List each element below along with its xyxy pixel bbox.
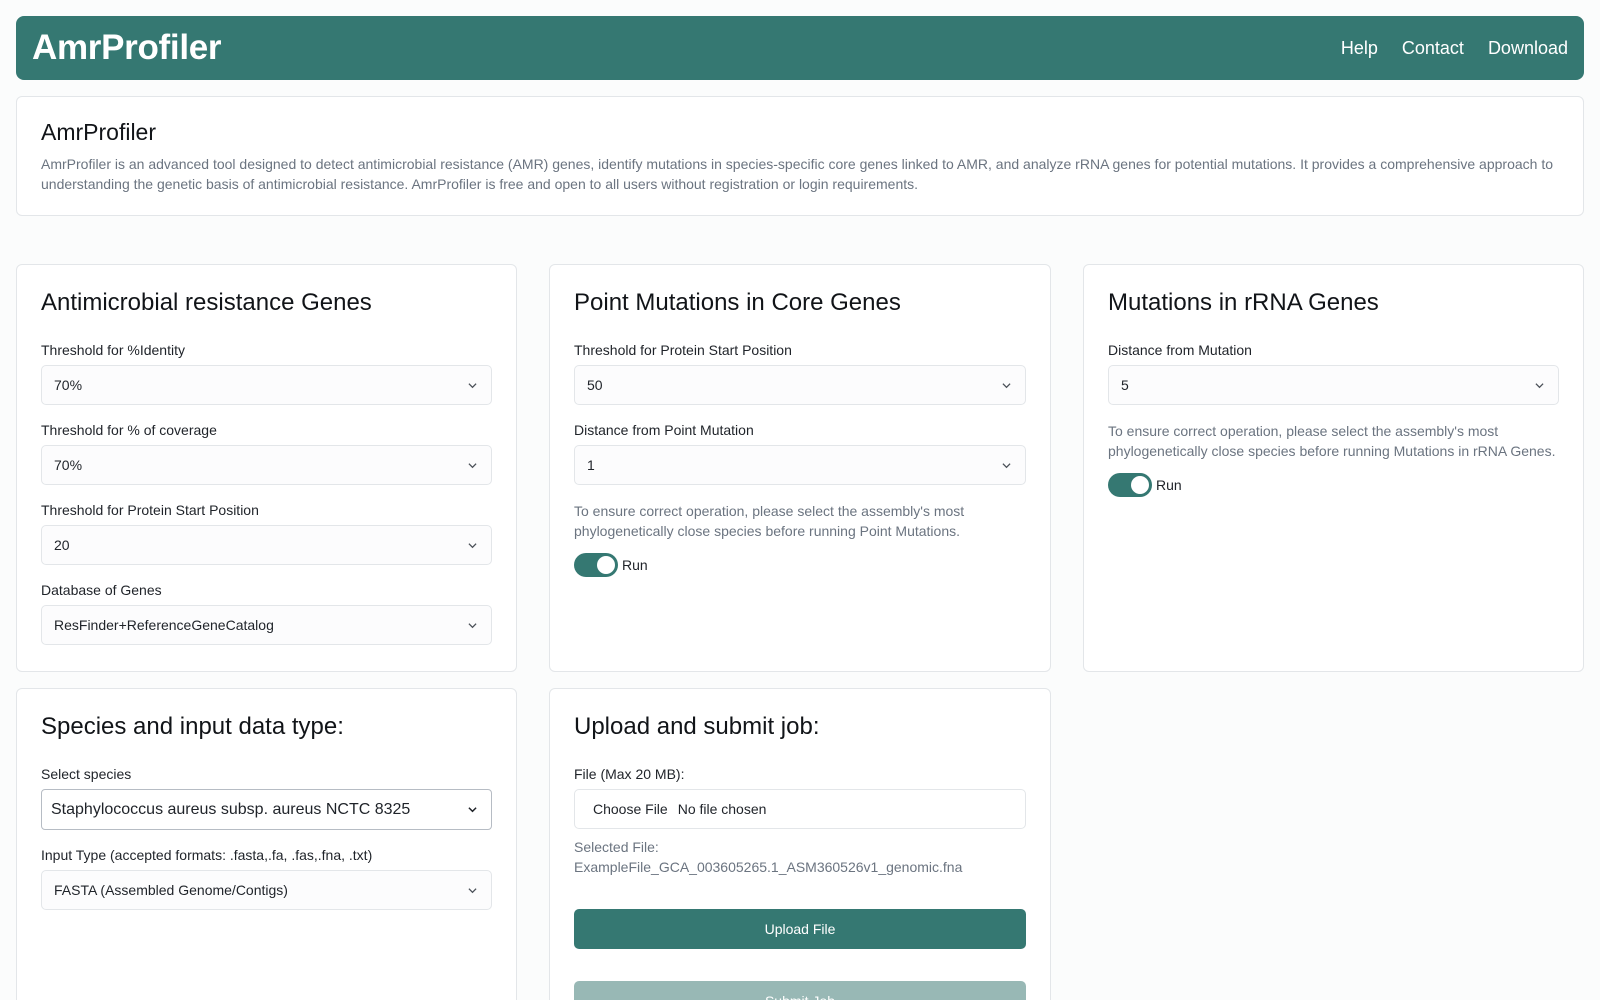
point-distance-select[interactable]: 1: [574, 445, 1026, 485]
point-distance-label: Distance from Point Mutation: [574, 422, 754, 438]
input-type-label: Input Type (accepted formats: .fasta,.fa…: [41, 847, 373, 863]
coverage-label: Threshold for % of coverage: [41, 422, 217, 438]
upload-file-button[interactable]: Upload File: [574, 909, 1026, 949]
chevron-down-icon: [468, 382, 477, 388]
point-mutations-note: To ensure correct operation, please sele…: [574, 503, 965, 539]
choose-file-button[interactable]: Choose File: [593, 801, 668, 817]
chevron-down-icon: [468, 462, 477, 468]
identity-value: 70%: [54, 377, 83, 393]
submit-job-button[interactable]: Submit Job: [574, 981, 1026, 1000]
file-input[interactable]: Choose File No file chosen: [574, 789, 1026, 829]
point-mutations-title: Point Mutations in Core Genes: [574, 289, 901, 316]
input-type-select[interactable]: FASTA (Assembled Genome/Contigs): [41, 870, 492, 910]
rrna-distance-select[interactable]: 5: [1108, 365, 1559, 405]
amr-genes-panel: Antimicrobial resistance Genes Threshold…: [16, 264, 517, 672]
input-type-value: FASTA (Assembled Genome/Contigs): [54, 882, 288, 898]
amr-start-value: 20: [54, 537, 70, 553]
identity-label: Threshold for %Identity: [41, 342, 185, 358]
rrna-run-row: Run: [1108, 473, 1559, 497]
rrna-run-toggle[interactable]: [1108, 473, 1152, 497]
database-label: Database of Genes: [41, 582, 162, 598]
brand-logo[interactable]: AmrProfiler: [32, 28, 222, 68]
nav-link-download[interactable]: Download: [1488, 38, 1568, 59]
rrna-run-label: Run: [1156, 477, 1182, 493]
selected-file-label: Selected File:: [574, 839, 659, 855]
navbar: AmrProfiler Help Contact Download: [16, 16, 1584, 80]
nav-link-contact[interactable]: Contact: [1402, 38, 1464, 59]
database-value: ResFinder+ReferenceGeneCatalog: [54, 617, 274, 633]
point-start-value: 50: [587, 377, 603, 393]
database-select[interactable]: ResFinder+ReferenceGeneCatalog: [41, 605, 492, 645]
file-status: No file chosen: [677, 801, 767, 817]
species-select[interactable]: Staphylococcus aureus subsp. aureus NCTC…: [41, 789, 492, 830]
chevron-down-icon: [468, 887, 477, 893]
amr-start-label: Threshold for Protein Start Position: [41, 502, 259, 518]
point-start-select[interactable]: 50: [574, 365, 1026, 405]
rrna-distance-label: Distance from Mutation: [1108, 342, 1252, 358]
rrna-mutations-panel: Mutations in rRNA Genes Distance from Mu…: [1083, 264, 1584, 672]
rrna-mutations-title: Mutations in rRNA Genes: [1108, 289, 1379, 316]
intro-card: AmrProfiler AmrProfiler is an advanced t…: [16, 96, 1584, 216]
intro-title: AmrProfiler: [41, 119, 157, 145]
chevron-down-icon: [468, 622, 477, 628]
point-distance-value: 1: [587, 457, 595, 473]
toggle-knob: [597, 556, 615, 574]
point-run-row: Run: [574, 553, 1026, 577]
nav-links: Help Contact Download: [1341, 38, 1568, 59]
species-label: Select species: [41, 766, 132, 782]
chevron-down-icon: [468, 542, 477, 548]
upload-title: Upload and submit job:: [574, 713, 820, 740]
coverage-value: 70%: [54, 457, 83, 473]
chevron-down-icon: [1535, 382, 1544, 388]
rrna-distance-value: 5: [1121, 377, 1129, 393]
rrna-mutations-note: To ensure correct operation, please sele…: [1108, 423, 1556, 459]
amr-genes-title: Antimicrobial resistance Genes: [41, 289, 372, 316]
point-start-label: Threshold for Protein Start Position: [574, 342, 792, 358]
toggle-knob: [1131, 476, 1149, 494]
file-label: File (Max 20 MB):: [574, 766, 685, 782]
intro-description: AmrProfiler is an advanced tool designed…: [41, 156, 1553, 192]
nav-link-help[interactable]: Help: [1341, 38, 1378, 59]
species-value: Staphylococcus aureus subsp. aureus NCTC…: [51, 800, 411, 818]
species-title: Species and input data type:: [41, 713, 344, 740]
coverage-select[interactable]: 70%: [41, 445, 492, 485]
identity-select[interactable]: 70%: [41, 365, 492, 405]
point-mutations-panel: Point Mutations in Core Genes Threshold …: [549, 264, 1051, 672]
species-panel: Species and input data type: Select spec…: [16, 688, 517, 1000]
chevron-down-icon: [1002, 382, 1011, 388]
selected-file-name: ExampleFile_GCA_003605265.1_ASM360526v1_…: [574, 859, 963, 875]
point-run-label: Run: [622, 557, 648, 573]
chevron-down-icon: [1002, 462, 1011, 468]
amr-start-select[interactable]: 20: [41, 525, 492, 565]
point-run-toggle[interactable]: [574, 553, 618, 577]
upload-panel: Upload and submit job: File (Max 20 MB):…: [549, 688, 1051, 1000]
chevron-down-icon: [468, 807, 477, 813]
